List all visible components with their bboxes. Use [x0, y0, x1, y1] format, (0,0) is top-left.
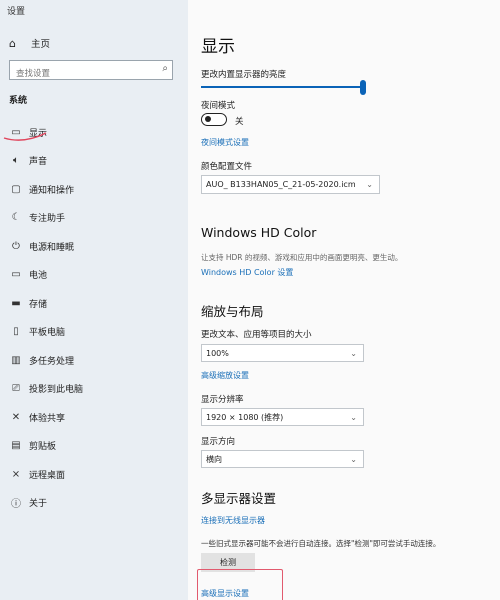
resolution-value: 1920 × 1080 (推荐) — [206, 412, 284, 422]
sidebar-item-notifications[interactable]: ▢ 通知和操作 — [0, 175, 188, 204]
chevron-down-icon: ⌄ — [350, 454, 357, 464]
search-input[interactable] — [10, 65, 150, 83]
scale-dropdown[interactable]: 100% ⌄ — [201, 344, 364, 362]
orientation-value: 横向 — [206, 454, 222, 464]
window-title: 设置 — [7, 7, 26, 17]
multi-display-description: 一些旧式显示器可能不会进行自动连接。选择"检测"即可尝试手动连接。 — [201, 539, 441, 548]
remote-desktop-icon: ⨯ — [11, 468, 21, 480]
main-panel — [188, 0, 500, 600]
sidebar-item-label: 远程桌面 — [29, 470, 66, 481]
orientation-dropdown[interactable]: 横向 ⌄ — [201, 450, 364, 468]
info-icon: ⓘ — [11, 499, 21, 511]
sidebar-item-label: 电池 — [29, 271, 48, 282]
sidebar-item-label: 专注助手 — [29, 214, 66, 225]
sidebar-item-share[interactable]: ✕ 体验共享 — [0, 403, 188, 432]
resolution-dropdown[interactable]: 1920 × 1080 (推荐) ⌄ — [201, 408, 364, 426]
chevron-down-icon: ⌄ — [350, 412, 357, 422]
multi-display-title: 多显示器设置 — [201, 491, 277, 506]
color-profile-dropdown[interactable]: AUO_ B133HAN05_C_21-05-2020.icm ⌄ — [201, 175, 380, 194]
power-icon: ⏻ — [12, 240, 20, 252]
sidebar-item-label: 投影到此电脑 — [29, 385, 84, 396]
wireless-display-link[interactable]: 连接到无线显示器 — [201, 515, 265, 526]
sidebar-item-label: 体验共享 — [29, 413, 66, 424]
home-label: 主页 — [31, 39, 51, 50]
sidebar-item-label: 存储 — [29, 299, 48, 310]
sidebar-item-battery[interactable]: ▭ 电池 — [0, 261, 188, 290]
sidebar-item-focus[interactable]: ☾ 专注助手 — [0, 204, 188, 233]
night-mode-state: 关 — [235, 117, 244, 127]
color-profile-value: AUO_ B133HAN05_C_21-05-2020.icm — [206, 180, 356, 189]
section-heading: 系统 — [9, 96, 28, 106]
home-icon: ⌂ — [9, 36, 16, 50]
brightness-label: 更改内置显示器的亮度 — [201, 70, 287, 80]
sidebar-item-label: 电源和睡眠 — [29, 242, 75, 253]
sidebar-item-label: 声音 — [29, 157, 48, 168]
hd-color-settings-link[interactable]: Windows HD Color 设置 — [201, 267, 293, 278]
sidebar-item-power[interactable]: ⏻ 电源和睡眠 — [0, 232, 188, 261]
sidebar-item-label: 多任务处理 — [29, 356, 75, 367]
red-annotation-box — [197, 569, 283, 600]
resolution-label: 显示分辨率 — [201, 395, 244, 405]
sidebar-item-home[interactable]: ⌂ 主页 — [9, 36, 51, 51]
moon-icon: ☾ — [11, 212, 21, 224]
battery-icon: ▭ — [11, 269, 21, 281]
red-annotation-underline — [3, 132, 47, 141]
sidebar-item-storage[interactable]: ▬ 存储 — [0, 289, 188, 318]
sidebar-item-clipboard[interactable]: ▤ 剪贴板 — [0, 432, 188, 461]
orientation-label: 显示方向 — [201, 437, 236, 447]
search-box[interactable]: ⌕ — [9, 60, 173, 83]
night-mode-toggle[interactable] — [201, 113, 227, 126]
project-icon: ⎚ — [12, 383, 20, 395]
sidebar-item-label: 剪贴板 — [29, 442, 57, 453]
page-title: 显示 — [201, 37, 235, 57]
chevron-down-icon: ⌄ — [366, 180, 373, 189]
sidebar-item-sound[interactable]: 🔈︎ 声音 — [0, 147, 188, 176]
advanced-scaling-link[interactable]: 高级缩放设置 — [201, 370, 249, 381]
sidebar-item-remote-desktop[interactable]: ⨯ 远程桌面 — [0, 460, 188, 489]
brightness-slider-track[interactable] — [201, 86, 363, 88]
speaker-icon: 🔈︎ — [13, 155, 19, 167]
storage-icon: ▬ — [11, 297, 21, 309]
tablet-icon: ▯ — [13, 326, 19, 338]
sidebar-item-about[interactable]: ⓘ 关于 — [0, 489, 188, 518]
sidebar-item-project[interactable]: ⎚ 投影到此电脑 — [0, 375, 188, 404]
sidebar: 设置 ⌂ 主页 ⌕ 系统 ▭ 显示 🔈︎ 声音 ▢ 通知和操作 ☾ 专注助手 ⏻… — [0, 0, 188, 600]
multitask-icon: ▥ — [11, 354, 21, 366]
scale-value: 100% — [206, 348, 229, 358]
scale-label: 更改文本、应用等项目的大小 — [201, 330, 312, 340]
notification-icon: ▢ — [11, 183, 21, 195]
sidebar-item-label: 关于 — [29, 499, 48, 510]
sidebar-item-tablet[interactable]: ▯ 平板电脑 — [0, 318, 188, 347]
night-mode-settings-link[interactable]: 夜间模式设置 — [201, 137, 249, 148]
sidebar-nav: ▭ 显示 🔈︎ 声音 ▢ 通知和操作 ☾ 专注助手 ⏻ 电源和睡眠 ▭ 电池 ▬… — [0, 118, 188, 517]
share-icon: ✕ — [11, 411, 21, 423]
hd-color-title: Windows HD Color — [201, 225, 317, 240]
color-profile-label: 颜色配置文件 — [201, 162, 253, 172]
hd-color-description: 让支持 HDR 的视频、游戏和应用中的画面更明亮、更生动。 — [201, 253, 403, 262]
sidebar-item-label: 通知和操作 — [29, 185, 75, 196]
clipboard-icon: ▤ — [11, 440, 21, 452]
chevron-down-icon: ⌄ — [350, 348, 357, 358]
night-mode-label: 夜间模式 — [201, 101, 236, 111]
sidebar-item-multitasking[interactable]: ▥ 多任务处理 — [0, 346, 188, 375]
sidebar-item-label: 平板电脑 — [29, 328, 66, 339]
brightness-slider-thumb[interactable] — [360, 80, 366, 95]
scale-layout-title: 缩放与布局 — [201, 304, 264, 319]
search-icon[interactable]: ⌕ — [162, 63, 168, 74]
